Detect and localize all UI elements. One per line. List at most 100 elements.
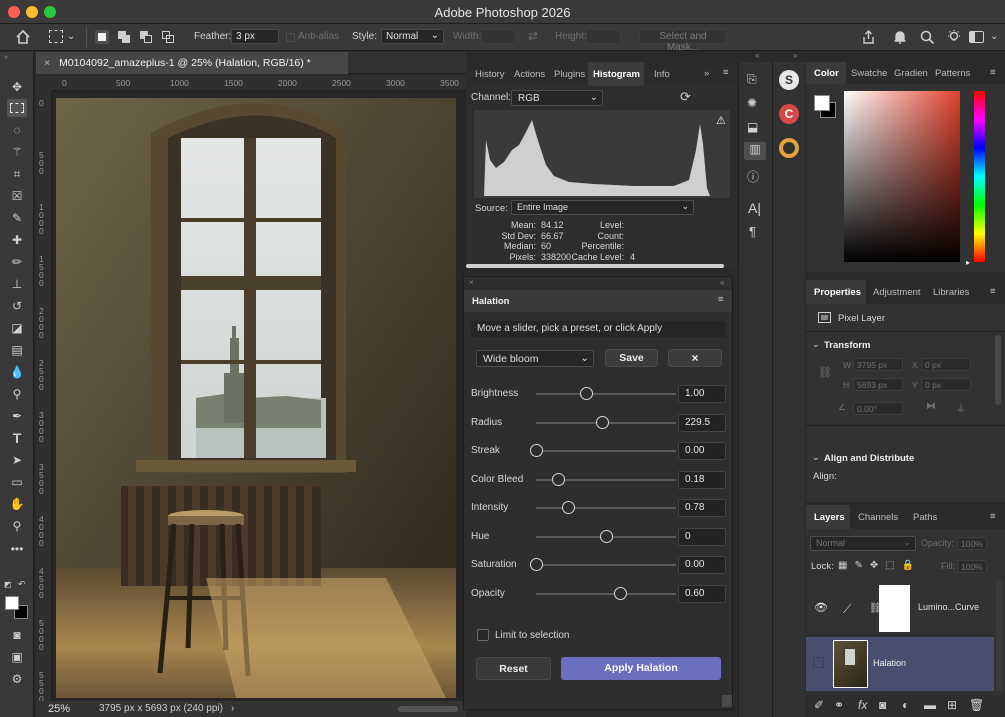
horizontal-scrollbar[interactable] <box>398 706 458 712</box>
paragraph-panel-icon[interactable]: ¶ <box>749 224 756 239</box>
clone-stamp-tool-icon[interactable]: ⊥ <box>7 275 27 293</box>
layer-mask-thumbnail[interactable] <box>879 585 910 632</box>
move-tool-icon[interactable]: ✥ <box>7 78 27 96</box>
slider-knob[interactable] <box>595 415 609 429</box>
width-field[interactable]: 3795 px <box>853 358 903 371</box>
align-distribute-label[interactable]: Align and Distribute <box>824 453 914 464</box>
channel-select[interactable]: RGB ⌄ <box>511 90 603 106</box>
properties-scrollbar[interactable] <box>995 335 1001 405</box>
edit-toolbar-icon[interactable]: ⚙ <box>7 670 27 688</box>
align-chevron-icon[interactable]: ⌄ <box>812 452 820 463</box>
reset-button[interactable]: Reset <box>476 657 551 680</box>
histogram-panel-icon[interactable]: ▥ <box>744 142 766 160</box>
transform-label[interactable]: Transform <box>824 340 870 351</box>
color-panel-menu-icon[interactable]: ≡ <box>990 67 996 78</box>
adjustment-layer-icon[interactable]: ◐ <box>902 698 909 712</box>
home-icon[interactable] <box>15 30 31 44</box>
tab-actions[interactable]: Actions <box>514 69 545 80</box>
actions-panel-icon[interactable]: ✺ <box>747 96 757 110</box>
workspace-chevron-icon[interactable]: ⌄ <box>990 31 998 42</box>
strip1-collapse-icon[interactable]: « <box>755 51 759 60</box>
more-tools-icon[interactable]: ••• <box>7 540 27 558</box>
vertical-ruler[interactable]: 0 500 1000 1500 2000 2500 3000 3500 4000 4500 5000… <box>36 91 52 703</box>
color-picker-field[interactable] <box>844 91 960 262</box>
slider-knob[interactable] <box>600 529 613 543</box>
tab-properties[interactable]: Properties <box>814 287 861 298</box>
tab-channels[interactable]: Channels <box>858 512 898 523</box>
tab-adjustments[interactable]: Adjustment <box>873 287 921 298</box>
flip-horizontal-icon[interactable]: ⧓ <box>926 401 936 412</box>
slider-knob[interactable] <box>552 472 566 486</box>
info-chevron-icon[interactable]: › <box>231 703 234 714</box>
link-dimensions-icon[interactable]: ⛓ <box>818 366 832 379</box>
angle-field[interactable]: 0.00° <box>853 402 903 415</box>
color-foreground-swatch[interactable] <box>814 95 830 111</box>
slider-value-input[interactable]: 0.00 <box>678 442 726 460</box>
slider-track[interactable] <box>536 592 676 595</box>
layer-thumbnail[interactable] <box>833 640 868 688</box>
plugin-ring-icon[interactable] <box>779 138 799 158</box>
bell-icon[interactable] <box>893 30 907 45</box>
slider-value-input[interactable]: 0.18 <box>678 470 726 489</box>
tab-plugins[interactable]: Plugins <box>554 69 585 80</box>
document-tab[interactable]: × M0104092_amazeplus-1 @ 25% (Halation, … <box>36 52 348 74</box>
delete-layer-icon[interactable]: 🗑 <box>969 698 984 712</box>
search-icon[interactable] <box>920 30 935 45</box>
share-icon[interactable] <box>861 30 876 45</box>
close-tab-icon[interactable]: × <box>44 57 50 69</box>
hand-tool-icon[interactable]: ✋ <box>7 495 27 513</box>
subtract-selection-icon[interactable] <box>140 31 152 43</box>
ruler-corner[interactable] <box>36 75 52 91</box>
info-panel-icon[interactable]: ⓘ <box>747 168 759 185</box>
rectangular-marquee-tool-icon[interactable] <box>7 99 27 117</box>
new-layer-icon[interactable]: ⊞ <box>947 698 957 712</box>
path-selection-tool-icon[interactable]: ➤ <box>7 451 27 469</box>
fx-icon[interactable]: fx <box>858 698 867 712</box>
slider-value-input[interactable]: 0.60 <box>678 584 726 603</box>
layer-row-lumino-curve[interactable]: 👁 ⟋ ⛓ Lumino...Curve <box>806 581 994 636</box>
workspace-icon[interactable] <box>969 31 984 43</box>
strip2-collapse-icon[interactable]: » <box>793 51 797 60</box>
panel-menu-icon[interactable]: ≡ <box>723 67 729 78</box>
width-input[interactable] <box>481 29 516 44</box>
preset-select[interactable]: Wide bloom ⌄ <box>476 350 594 367</box>
marquee-tool-icon[interactable] <box>49 30 63 43</box>
add-selection-icon[interactable] <box>118 31 130 43</box>
properties-menu-icon[interactable]: ≡ <box>990 286 996 297</box>
height-field[interactable]: 5693 px <box>853 378 903 391</box>
screen-mode-icon[interactable]: ▣ <box>7 648 27 666</box>
layer-row-halation[interactable]: Halation <box>806 637 994 691</box>
eraser-tool-icon[interactable]: ◪ <box>7 319 27 337</box>
histogram-scrollbar[interactable] <box>466 264 724 268</box>
save-preset-button[interactable]: Save <box>605 349 658 367</box>
style-select[interactable]: Normal ⌄ <box>381 29 444 44</box>
halation-close-icon[interactable]: × <box>469 278 474 287</box>
intersect-selection-icon[interactable] <box>162 31 174 43</box>
slider-value-input[interactable]: 0.00 <box>678 556 726 574</box>
halation-collapse-icon[interactable]: « <box>720 278 724 287</box>
new-selection-button[interactable] <box>95 30 109 44</box>
tab-histogram[interactable]: Histogram <box>593 69 640 80</box>
slider-knob[interactable] <box>530 558 543 571</box>
visibility-off-box[interactable] <box>813 657 824 668</box>
tab-patterns[interactable]: Patterns <box>935 68 970 79</box>
tab-paths[interactable]: Paths <box>913 512 937 523</box>
healing-brush-tool-icon[interactable]: ✚ <box>7 231 27 249</box>
tab-gradients[interactable]: Gradien <box>894 68 928 79</box>
height-input[interactable] <box>586 29 621 44</box>
gradient-tool-icon[interactable]: ▤ <box>7 341 27 359</box>
zoom-level[interactable]: 25% <box>48 703 70 715</box>
expand-tabs-icon[interactable]: » <box>704 68 709 79</box>
history-brush-tool-icon[interactable]: ↺ <box>7 297 27 315</box>
history-panel-icon[interactable]: ⎘ <box>747 72 757 87</box>
toolbar-collapse-icon[interactable]: » <box>4 54 8 61</box>
swap-colors-icon[interactable]: ↶ <box>18 579 26 590</box>
fill-field[interactable]: 100% <box>957 560 987 573</box>
close-preset-button[interactable]: × <box>668 349 722 367</box>
quick-mask-icon[interactable]: ◙ <box>7 626 27 644</box>
blur-tool-icon[interactable]: 💧 <box>7 363 27 381</box>
flip-vertical-icon[interactable]: ⏚ <box>956 400 966 415</box>
halation-resize-handle[interactable] <box>722 695 732 707</box>
lock-icons[interactable]: ▦✎✥⬚🔒 <box>838 560 921 571</box>
slider-value-input[interactable]: 0 <box>678 527 726 546</box>
